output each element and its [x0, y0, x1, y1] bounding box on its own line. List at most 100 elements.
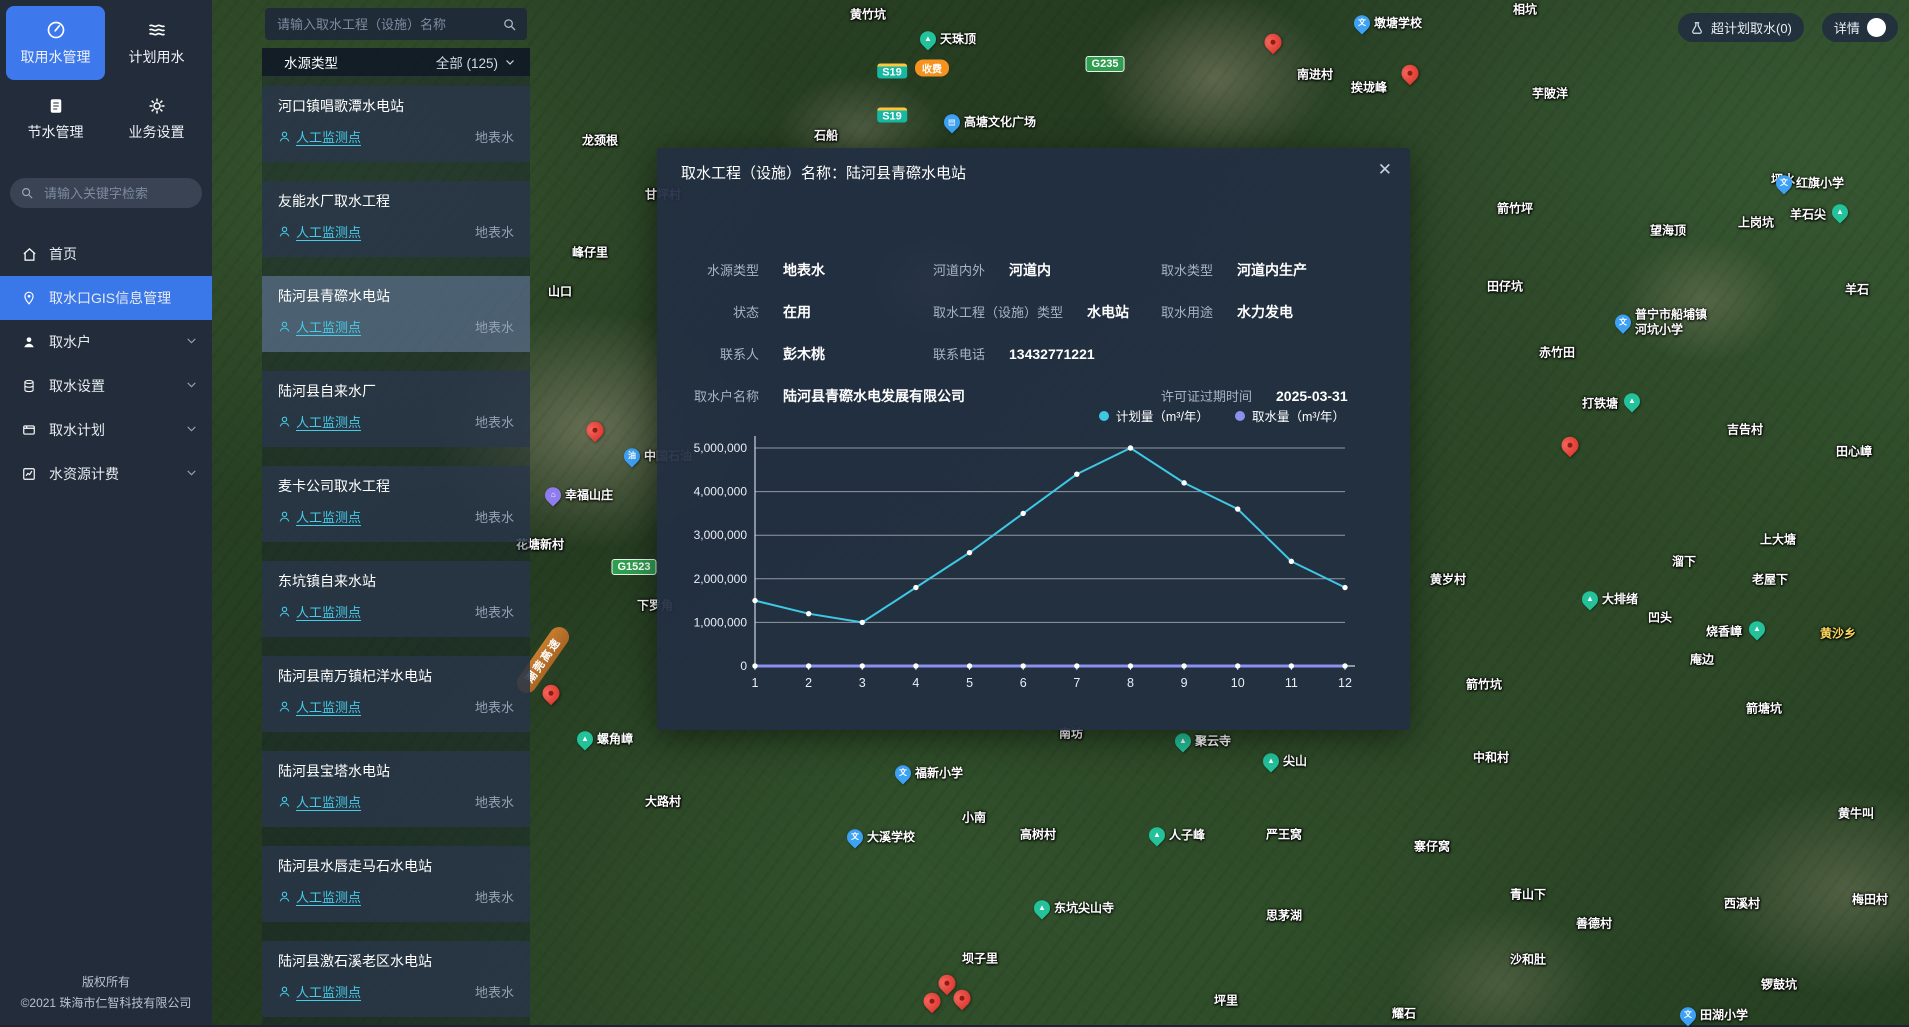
- map-marker-school[interactable]: 文红旗小学: [1776, 175, 1844, 191]
- map-marker-school[interactable]: 文大溪学校: [847, 829, 915, 845]
- station-search-input[interactable]: [275, 16, 502, 33]
- field-value: 在用: [783, 302, 811, 322]
- map-marker-school[interactable]: 文墩塘学校: [1354, 15, 1422, 31]
- map-label: 寨仔窝: [1414, 840, 1450, 855]
- map-marker-mountain[interactable]: ▲聚云寺: [1175, 733, 1231, 749]
- map-marker-label: 红旗小学: [1796, 176, 1844, 191]
- legend-item[interactable]: 计划量（m³/年）: [1099, 406, 1209, 425]
- monitor-tag[interactable]: 人工监测点: [278, 887, 361, 906]
- legend-label: 取水量（m³/年）: [1252, 406, 1345, 425]
- monitor-tag[interactable]: 人工监测点: [278, 792, 361, 811]
- close-icon[interactable]: ✕: [1378, 160, 1392, 180]
- map-marker-culture[interactable]: ▤高塘文化广场: [944, 114, 1036, 130]
- modal-field-row: 状态在用取水工程（设施）类型水电站取水用途水力发电: [681, 302, 1386, 322]
- sidebar-item-label: 取水计划: [49, 420, 105, 440]
- sidebar: 取用水管理计划用水节水管理业务设置 首页取水口GIS信息管理取水户取水设置取水计…: [0, 0, 212, 1025]
- sidebar-item-setting[interactable]: 取水设置: [0, 364, 212, 408]
- map-marker-label: 墩塘学校: [1374, 16, 1422, 31]
- map-marker-mountain[interactable]: ▲螺角嶂: [577, 731, 633, 747]
- monitor-tag[interactable]: 人工监测点: [278, 222, 361, 241]
- station-list-item[interactable]: 陆河县自来水厂人工监测点地表水: [262, 371, 530, 447]
- nav-tile-save-water[interactable]: 节水管理: [6, 82, 105, 156]
- nav-tiles: 取用水管理计划用水节水管理业务设置: [0, 0, 212, 162]
- sidebar-search[interactable]: [10, 178, 202, 208]
- station-name: 麦卡公司取水工程: [278, 476, 514, 496]
- map-label: 黄岁村: [1430, 573, 1466, 588]
- station-search[interactable]: [265, 8, 527, 40]
- map-label: 严王窝: [1266, 828, 1302, 843]
- nav-tile-biz-setting[interactable]: 业务设置: [107, 82, 206, 156]
- modal-field: 取水类型河道内生产: [1161, 260, 1307, 280]
- station-list-item[interactable]: 陆河县宝塔水电站人工监测点地表水: [262, 751, 530, 827]
- map-marker-school[interactable]: 文田湖小学: [1680, 1007, 1748, 1023]
- map-pin-red[interactable]: [587, 422, 604, 439]
- monitor-tag[interactable]: 人工监测点: [278, 982, 361, 1001]
- map-pin-red[interactable]: [1402, 65, 1419, 82]
- field-label: 水源类型: [681, 260, 759, 279]
- modal-field: 联系电话13432771221: [933, 344, 1095, 363]
- map-marker-resort[interactable]: ⌂幸福山庄: [545, 487, 613, 503]
- nav-tile-label: 取用水管理: [21, 47, 91, 67]
- map-marker-mountain[interactable]: ▲尖山: [1263, 753, 1307, 769]
- station-list-item[interactable]: 河口镇唱歌潭水电站人工监测点地表水: [262, 86, 530, 162]
- map-pin-red[interactable]: [924, 993, 941, 1010]
- nav-tile-water-use[interactable]: 取用水管理: [6, 6, 105, 80]
- map-marker-mountain[interactable]: ▲东坑尖山寺: [1034, 900, 1114, 916]
- sidebar-item-billing[interactable]: 水资源计费: [0, 452, 212, 496]
- station-list-item[interactable]: 陆河县激石溪老区水电站人工监测点地表水: [262, 941, 530, 1017]
- monitor-tag[interactable]: 人工监测点: [278, 602, 361, 621]
- map-pin-red[interactable]: [954, 990, 971, 1007]
- map-pin-red[interactable]: [1265, 34, 1282, 51]
- svg-text:12: 12: [1338, 676, 1352, 690]
- map-marker-school[interactable]: 文普宁市船埔镇 河坑小学: [1615, 308, 1707, 338]
- legend-item[interactable]: 取水量（m³/年）: [1235, 406, 1345, 425]
- map-label: 峰仔里: [572, 246, 608, 261]
- sidebar-item-user[interactable]: 取水户: [0, 320, 212, 364]
- station-list-item[interactable]: 陆河县南万镇杞洋水电站人工监测点地表水: [262, 656, 530, 732]
- sidebar-item-home[interactable]: 首页: [0, 232, 212, 276]
- map-pin-red[interactable]: [1562, 437, 1579, 454]
- modal-field: 许可证过期时间2025-03-31: [1161, 386, 1348, 405]
- sidebar-item-label: 取水设置: [49, 376, 105, 396]
- station-list-item[interactable]: 陆河县青磜水电站人工监测点地表水: [262, 276, 530, 352]
- map-marker-mountain[interactable]: ▲人子峰: [1149, 827, 1205, 843]
- map-label: 上岗坑: [1738, 216, 1774, 231]
- nav-tile-plan-water[interactable]: 计划用水: [107, 6, 206, 80]
- map-label: 思茅湖: [1266, 909, 1302, 924]
- sidebar-item-gis[interactable]: 取水口GIS信息管理: [0, 276, 212, 320]
- station-list-item[interactable]: 东坑镇自来水站人工监测点地表水: [262, 561, 530, 637]
- monitor-tag[interactable]: 人工监测点: [278, 697, 361, 716]
- monitor-tag[interactable]: 人工监测点: [278, 317, 361, 336]
- map-marker-mountain[interactable]: ▲: [1624, 393, 1640, 409]
- map-label: 赤竹田: [1539, 346, 1575, 361]
- monitor-tag[interactable]: 人工监测点: [278, 127, 361, 146]
- station-list-item[interactable]: 友能水厂取水工程人工监测点地表水: [262, 181, 530, 257]
- map-marker-mountain[interactable]: ▲大排绪: [1582, 591, 1638, 607]
- water-source-type: 地表水: [475, 792, 514, 811]
- sidebar-search-input[interactable]: [42, 185, 192, 202]
- map-marker-mountain[interactable]: ▲: [1832, 204, 1848, 220]
- field-label: 河道内外: [933, 260, 985, 279]
- toggle-knob[interactable]: [1867, 18, 1886, 37]
- detail-label: 详情: [1834, 18, 1860, 37]
- field-value: 河道内生产: [1237, 260, 1307, 280]
- filter-dropdown[interactable]: 全部 (125): [436, 52, 516, 72]
- home-icon: [20, 247, 38, 262]
- map-pin-red[interactable]: [543, 685, 560, 702]
- monitor-tag[interactable]: 人工监测点: [278, 412, 361, 431]
- station-list-item[interactable]: 麦卡公司取水工程人工监测点地表水: [262, 466, 530, 542]
- road-badge-s: S19: [877, 64, 907, 79]
- over-plan-button[interactable]: 超计划取水(0): [1678, 13, 1804, 42]
- map-label: 庵边: [1690, 653, 1714, 668]
- map-marker-school[interactable]: 文福新小学: [895, 765, 963, 781]
- monitor-tag[interactable]: 人工监测点: [278, 507, 361, 526]
- map-marker-mountain[interactable]: ▲天珠顶: [920, 31, 976, 47]
- person-icon: [278, 225, 291, 238]
- station-list-item[interactable]: 陆河县水唇走马石水电站人工监测点地表水: [262, 846, 530, 922]
- modal-field: 联系人彭木桃: [681, 344, 825, 364]
- detail-toggle[interactable]: 详情: [1822, 13, 1898, 42]
- map-marker-mountain[interactable]: ▲: [1749, 621, 1765, 637]
- sidebar-item-plan[interactable]: 取水计划: [0, 408, 212, 452]
- map-label: 梅田村: [1852, 893, 1888, 908]
- field-value: 水电站: [1087, 302, 1129, 322]
